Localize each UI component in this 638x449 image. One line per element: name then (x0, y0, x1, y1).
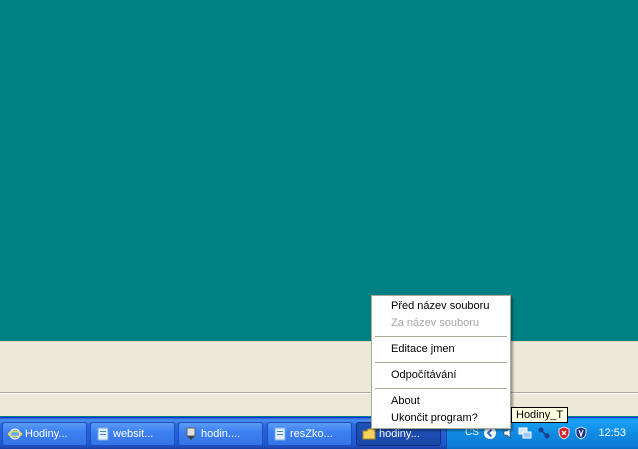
menu-item-ukoncit-program[interactable]: Ukončit program? (391, 412, 478, 424)
clock[interactable]: 12:53 (598, 427, 626, 439)
ie-icon (8, 428, 22, 440)
taskbar-button-label: Hodiny... (25, 428, 68, 440)
document-icon (274, 427, 286, 441)
shield-doc-icon (186, 427, 196, 440)
background-window (0, 341, 638, 416)
tooltip: Hodiny_T (511, 407, 569, 423)
menu-separator (375, 336, 507, 337)
menu-item-odpocitavani[interactable]: Odpočítávání (391, 369, 456, 381)
connection-icon[interactable] (537, 426, 551, 440)
menu-separator (375, 362, 507, 363)
antivirus-icon[interactable] (574, 426, 588, 440)
document-icon (97, 427, 109, 441)
menu-item-about[interactable]: About (391, 395, 420, 407)
taskbar-button-reszko[interactable]: resZko... (267, 422, 352, 446)
menu-item-za-nazev-souboru: Za název souboru (391, 317, 480, 329)
context-menu: Před název souboru Za název souboru Edit… (371, 295, 511, 429)
taskbar-button-label: websit... (113, 428, 154, 440)
network-icon[interactable] (518, 426, 532, 440)
taskbar-button-hodiny[interactable]: Hodiny... (2, 422, 87, 446)
taskbar-button-websit[interactable]: websit... (90, 422, 175, 446)
taskbar-button-hodin[interactable]: hodin.... (178, 422, 263, 446)
menu-separator (375, 388, 507, 389)
folder-icon (362, 428, 376, 440)
taskbar-button-label: resZko... (290, 428, 333, 440)
menu-item-editace-jmen[interactable]: Editace jmen (391, 343, 455, 355)
taskbar-button-label: hodiny... (379, 428, 420, 440)
menu-item-pred-nazev-souboru[interactable]: Před název souboru (391, 300, 489, 312)
security-alert-icon[interactable] (557, 426, 571, 440)
taskbar-button-label: hodin.... (201, 428, 241, 440)
desktop[interactable] (0, 0, 638, 341)
